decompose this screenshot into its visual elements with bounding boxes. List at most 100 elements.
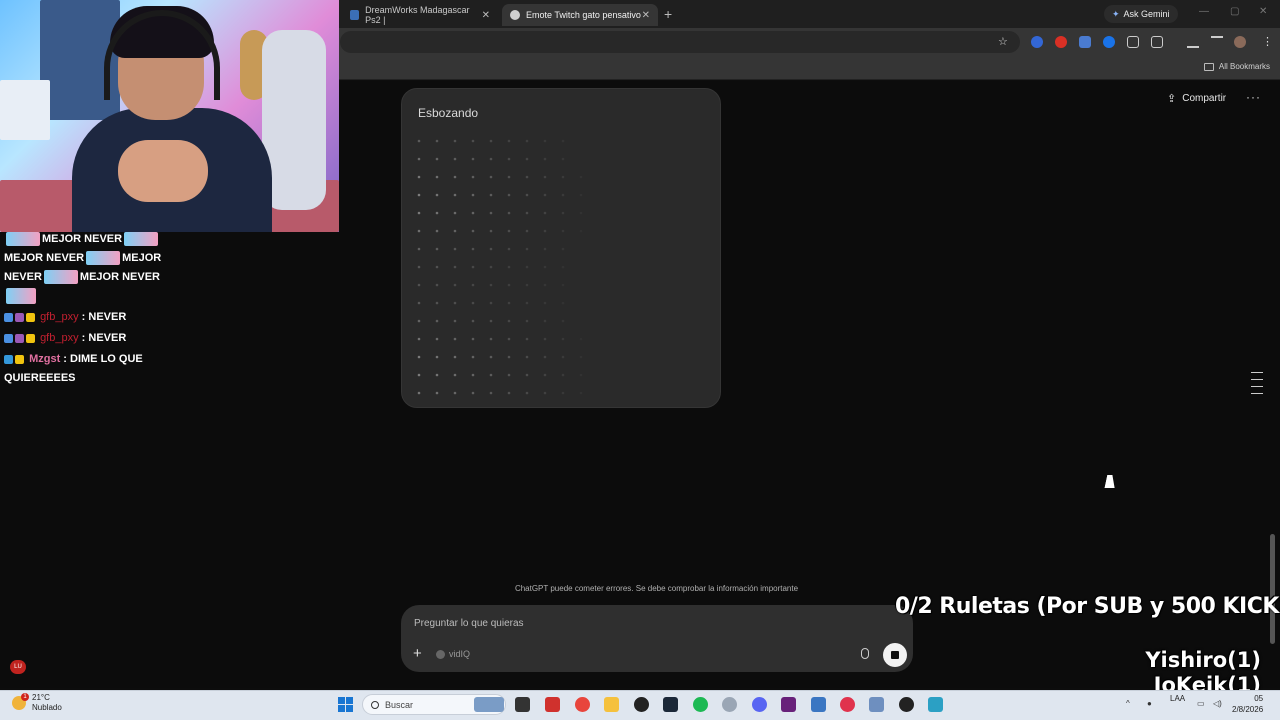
loading-dot bbox=[435, 301, 439, 305]
emote-image bbox=[124, 232, 159, 247]
steam-icon[interactable] bbox=[663, 697, 678, 712]
loading-dot bbox=[471, 247, 475, 251]
tab-dreamworks-madagascar[interactable]: DreamWorks Madagascar Ps2 | ✕ bbox=[342, 4, 498, 26]
loading-dot bbox=[525, 193, 529, 197]
loading-dot bbox=[525, 157, 529, 161]
loading-dot bbox=[435, 373, 439, 377]
loading-dot bbox=[471, 283, 475, 287]
loading-dot bbox=[435, 355, 439, 359]
loading-dot bbox=[453, 265, 457, 269]
download-icon[interactable] bbox=[1187, 36, 1199, 48]
prompt-input[interactable]: Preguntar lo que quieras bbox=[414, 618, 524, 629]
system-clock[interactable]: 05 2/8/2026 bbox=[1232, 693, 1263, 715]
discord-icon[interactable] bbox=[752, 697, 767, 712]
app-icon[interactable] bbox=[722, 697, 737, 712]
vidiq-label: vidIQ bbox=[449, 649, 471, 659]
obs-icon[interactable] bbox=[899, 697, 914, 712]
new-tab-button[interactable]: + bbox=[664, 6, 672, 22]
extension-icon[interactable] bbox=[1055, 36, 1067, 48]
loading-dot bbox=[507, 355, 511, 359]
loading-dot bbox=[561, 229, 565, 233]
visual-studio-icon[interactable] bbox=[781, 697, 796, 712]
loading-dot bbox=[435, 391, 439, 395]
loading-dot bbox=[561, 337, 565, 341]
share-button[interactable]: ⇪ Compartir bbox=[1167, 92, 1226, 105]
maximize-icon[interactable]: ▢ bbox=[1230, 6, 1239, 17]
vidiq-tool-chip[interactable]: vidIQ bbox=[436, 649, 470, 659]
disclaimer-text: ChatGPT puede cometer errores. Se debe c… bbox=[514, 584, 799, 593]
chat-text: NEVER bbox=[88, 332, 127, 344]
extension-icon[interactable] bbox=[1103, 36, 1115, 48]
stop-generating-button[interactable] bbox=[883, 643, 907, 667]
close-tab-icon[interactable]: ✕ bbox=[642, 10, 650, 21]
app-icon[interactable] bbox=[545, 697, 560, 712]
extensions-puzzle-icon[interactable] bbox=[1151, 36, 1163, 48]
notepad-icon[interactable] bbox=[928, 697, 943, 712]
loading-dot bbox=[435, 139, 439, 143]
share-icon: ⇪ bbox=[1167, 93, 1177, 105]
badge-icon bbox=[15, 312, 24, 322]
prompt-composer[interactable]: Preguntar lo que quieras + vidIQ bbox=[401, 605, 913, 672]
ask-gemini-button[interactable]: ✦ Ask Gemini bbox=[1104, 5, 1178, 23]
loading-dot bbox=[417, 265, 421, 269]
tab-emote-twitch[interactable]: Emote Twitch gato pensativo ✕ bbox=[502, 4, 658, 26]
stream-chat: MEJOR NEVER MEJOR NEVER MEJOR NEVER MEJOR … bbox=[0, 230, 200, 388]
tray-app-icon[interactable]: ● bbox=[1147, 699, 1152, 708]
volume-icon[interactable]: ◁) bbox=[1213, 699, 1222, 708]
loading-dot bbox=[507, 301, 511, 305]
extension-icon[interactable] bbox=[1031, 36, 1043, 48]
loading-dot bbox=[507, 373, 511, 377]
chrome-icon[interactable] bbox=[575, 697, 590, 712]
extension-icon[interactable] bbox=[1127, 36, 1139, 48]
loading-dot bbox=[543, 391, 547, 395]
emote-image bbox=[6, 232, 40, 247]
chat-separator: : bbox=[78, 332, 89, 344]
weather-widget[interactable]: 1 21°C Nublado bbox=[12, 693, 62, 713]
extension-icon[interactable] bbox=[1079, 36, 1091, 48]
loading-dot bbox=[561, 265, 565, 269]
loading-dot bbox=[435, 157, 439, 161]
app-icon[interactable] bbox=[811, 697, 826, 712]
microphone-icon[interactable] bbox=[861, 648, 869, 659]
loading-dot bbox=[489, 319, 493, 323]
media-icon[interactable] bbox=[1211, 36, 1223, 48]
loading-dot bbox=[543, 355, 547, 359]
show-hidden-icons-icon[interactable]: ^ bbox=[1126, 699, 1130, 708]
more-options-icon[interactable]: ··· bbox=[1246, 90, 1261, 104]
crown-badge-icon bbox=[26, 333, 35, 343]
close-window-icon[interactable]: ✕ bbox=[1259, 6, 1267, 17]
profile-avatar[interactable] bbox=[1234, 36, 1246, 48]
chat-separator: : bbox=[60, 353, 71, 365]
loading-dot bbox=[579, 355, 583, 359]
add-attachment-button[interactable]: + bbox=[413, 645, 422, 662]
task-view-icon[interactable] bbox=[515, 697, 530, 712]
winner-entry: Yishiro(1) bbox=[1145, 648, 1261, 672]
language-indicator[interactable]: LAA bbox=[1170, 693, 1185, 704]
minimize-icon[interactable]: — bbox=[1199, 6, 1209, 17]
emote-image bbox=[43, 270, 78, 285]
network-icon[interactable]: ▭ bbox=[1197, 699, 1205, 708]
gemini-icon: ✦ bbox=[1112, 8, 1120, 19]
loading-dot bbox=[561, 211, 565, 215]
opera-icon[interactable] bbox=[840, 697, 855, 712]
loading-dot bbox=[543, 247, 547, 251]
loading-dot bbox=[417, 355, 421, 359]
bookmark-star-icon[interactable]: ☆ bbox=[998, 35, 1008, 48]
chat-message: gfb_pxy : NEVER bbox=[0, 308, 200, 327]
spotify-icon[interactable] bbox=[693, 697, 708, 712]
all-bookmarks-label: All Bookmarks bbox=[1218, 62, 1270, 71]
address-bar[interactable] bbox=[340, 31, 1020, 53]
loading-dot bbox=[543, 157, 547, 161]
windows-start-icon[interactable] bbox=[338, 697, 353, 712]
app-icon[interactable] bbox=[869, 697, 884, 712]
menu-icon[interactable]: ⋮ bbox=[1262, 35, 1273, 48]
loading-dot bbox=[435, 175, 439, 179]
conversation-outline-icon[interactable] bbox=[1251, 372, 1263, 400]
loading-dot bbox=[453, 229, 457, 233]
app-icon[interactable] bbox=[634, 697, 649, 712]
clock-time: 05 bbox=[1254, 694, 1264, 703]
loading-dot bbox=[561, 301, 565, 305]
close-tab-icon[interactable]: ✕ bbox=[482, 10, 490, 21]
all-bookmarks-button[interactable]: All Bookmarks bbox=[1203, 62, 1270, 71]
file-explorer-icon[interactable] bbox=[604, 697, 619, 712]
